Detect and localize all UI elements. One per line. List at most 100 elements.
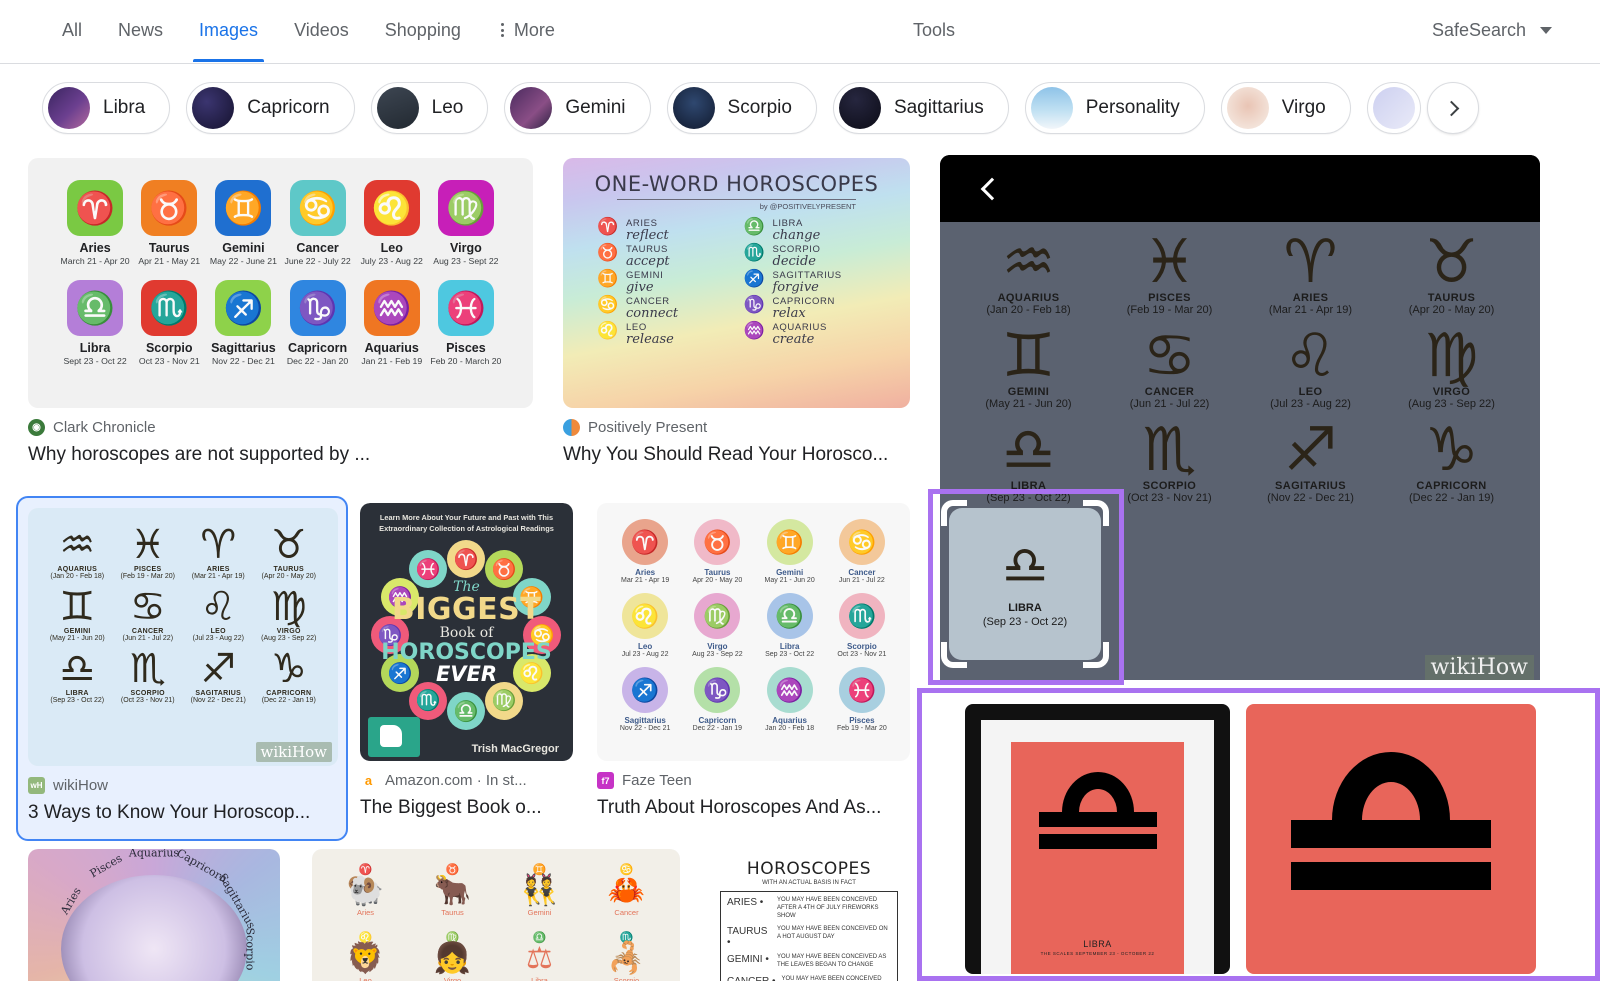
chip-personality[interactable]: Personality (1024, 82, 1205, 134)
gemini-glyph-icon: ♊ (215, 180, 272, 236)
zodiac-dates: (Jan 20 - Feb 18) (50, 573, 105, 580)
wheel-sign-label: Aries (58, 885, 84, 917)
zodiac-dates: (Jun 21 - Jul 22) (1129, 398, 1210, 410)
zodiac-name: ARIES (206, 566, 230, 573)
book-line-3: Book of (439, 625, 494, 641)
result-source-label: Amazon.com · In st... (385, 772, 527, 789)
zodiac-cell: ♓ PISCES (Feb 19 - Mar 20) (113, 524, 184, 580)
wikihow-watermark: wikiHow (255, 742, 332, 762)
image-results-grid: ♈ Aries March 21 - Apr 20 ♉ Taurus Apr 21 - M… (0, 151, 935, 981)
result-card-clark-chronicle[interactable]: ♈ Aries March 21 - Apr 20 ♉ Taurus Apr 21 - M… (28, 158, 533, 467)
aries-glyph-icon: ♈ (597, 217, 619, 236)
leo-glyph-icon: ♌ (200, 584, 237, 630)
wikihow-zodiac-image: ♒ AQUARIUS (Jan 20 - Feb 18) ♓ PISCES (Feb 19… (28, 508, 338, 766)
source-favicon-icon: f7 (597, 772, 614, 789)
libra-framed-poster-thumbnail[interactable]: LIBRA THE SCALES SEPTEMBER 23 - OCTOBER … (965, 704, 1230, 974)
safesearch-dropdown[interactable]: SafeSearch (1432, 18, 1552, 42)
chevron-left-icon[interactable] (978, 177, 1000, 199)
wheel-sign-label: Aquarius (128, 849, 180, 860)
owh-word: change (772, 228, 821, 243)
tab-shopping[interactable]: Shopping (367, 0, 479, 62)
chip-gemini[interactable]: Gemini (504, 82, 651, 134)
result-thumbnail[interactable]: ♈ 🐏 Aries ♉ 🐂 Taurus ♊ 👯 Gemini ♋ 🦀 Cancer ♌ 🦁 Leo ♍ 👧 Vi… (312, 849, 680, 981)
zodiac-name: AQUARIUS (57, 566, 98, 573)
result-thumbnail[interactable]: ♈ Aries March 21 - Apr 20 ♉ Taurus Apr 21 - M… (28, 158, 533, 408)
chip-partial-next[interactable] (1366, 82, 1421, 134)
result-title[interactable]: The Biggest Book o... (360, 796, 573, 820)
result-thumbnail[interactable]: ONE-WORD HOROSCOPES by @POSITIVELYPRESEN… (563, 158, 910, 408)
result-thumbnail[interactable]: HOROSCOPES WITH AN ACTUAL BASIS IN FACT … (708, 849, 910, 981)
owh-word: connect (626, 306, 679, 321)
zodiac-dates: (Aug 23 - Sep 22) (261, 635, 317, 642)
aries-glyph-icon: ♈ (622, 519, 669, 565)
result-card-positively-present[interactable]: ONE-WORD HOROSCOPES by @POSITIVELYPRESEN… (563, 158, 910, 467)
result-card-wikihow-selected[interactable]: ♒ AQUARIUS (Jan 20 - Feb 18) ♓ PISCES (Feb 19… (16, 496, 348, 841)
tab-all[interactable]: All (44, 0, 100, 62)
book-author: Trish MacGregor (471, 743, 559, 755)
zodiac-name: Sagittarius (624, 716, 666, 725)
libra-flat-symbol-thumbnail[interactable] (1246, 704, 1536, 974)
result-title[interactable]: Truth About Horoscopes And As... (597, 796, 910, 820)
zodiac-cell: ♈ Aries March 21 - Apr 20 (58, 180, 132, 266)
zodiac-figure-icon: 🐏 (346, 874, 385, 907)
zodiac-cell: ♐ SAGITARIUS (Nov 22 - Dec 21) (183, 648, 254, 704)
zodiac-cell: ♏ Scorpio Oct 23 - Nov 21 (826, 593, 898, 658)
leo-glyph-icon: ♌ (363, 180, 420, 236)
result-card-beige-zodiac[interactable]: ♈ 🐏 Aries ♉ 🐂 Taurus ♊ 👯 Gemini ♋ 🦀 Cancer ♌ 🦁 Leo ♍ 👧 Vi… (312, 849, 680, 981)
chip-libra[interactable]: Libra (42, 82, 171, 134)
wheel-sign-label: Sagittarius (216, 871, 259, 931)
zodiac-dates: (Nov 22 - Dec 21) (1267, 492, 1354, 504)
zodiac-dates: Nov 22 - Dec 21 (212, 356, 275, 366)
result-title[interactable]: 3 Ways to Know Your Horoscop... (28, 801, 336, 825)
chip-scorpio[interactable]: Scorpio (666, 82, 817, 134)
zodiac-name: GEMINI (1007, 386, 1050, 398)
tab-news[interactable]: News (100, 0, 181, 62)
poster-caption: LIBRA THE SCALES SEPTEMBER 23 - OCTOBER … (1011, 939, 1184, 956)
result-title[interactable]: Why horoscopes are not supported by ... (28, 443, 533, 467)
zodiac-cell: ♏ 🦂 Scorpio (583, 931, 670, 981)
zodiac-name: Virgo (443, 976, 462, 981)
libra-scale-symbol-icon (1038, 772, 1157, 849)
tab-videos[interactable]: Videos (276, 0, 367, 62)
scorpio-glyph-icon: ♏ (743, 243, 766, 262)
zodiac-dates: (May 21 - Jun 20) (985, 398, 1072, 410)
result-card-zodiac-wheel[interactable]: Aries Pisces Aquarius Capricorn Sagittarius S… (28, 849, 280, 981)
chips-scroll-right-button[interactable] (1426, 82, 1479, 134)
chevron-right-icon (1443, 100, 1460, 116)
result-card-horoscopes-comic[interactable]: HOROSCOPES WITH AN ACTUAL BASIS IN FACT … (708, 849, 910, 981)
tab-images[interactable]: Images (181, 0, 276, 62)
zodiac-cell: ♎ Libra Sep 23 - Oct 22 (754, 593, 826, 658)
zodiac-name: Aquarius (772, 716, 807, 725)
chip-personality-label: Personality (1085, 97, 1180, 118)
poster-caption-text: LIBRA (1083, 939, 1112, 949)
zodiac-dates: May 21 - Jun 20 (764, 577, 815, 584)
zodiac-name: PISCES (1148, 292, 1191, 304)
result-title[interactable]: Why You Should Read Your Horosco... (563, 443, 910, 467)
result-card-amazon[interactable]: Learn More About Your Future and Past wi… (360, 503, 573, 820)
chip-virgo[interactable]: Virgo (1220, 82, 1351, 134)
selected-sign-tile-libra[interactable]: ♎ LIBRA (Sep 23 - Oct 22) (949, 508, 1101, 660)
comic-row: TAURUS • YOU MAY HAVE BEEN CONCEIVED ON A… (727, 926, 891, 948)
result-thumbnail[interactable]: ♈ Aries Mar 21 - Apr 19 ♉ Taurus Apr 20 - May… (597, 503, 910, 761)
chip-capricorn[interactable]: Capricorn (186, 82, 355, 134)
result-thumbnail[interactable]: Aries Pisces Aquarius Capricorn Sagittarius S… (28, 849, 280, 981)
virgo-glyph-icon: ♍ (1424, 321, 1479, 391)
zodiac-cell: ♎ LIBRA (Sep 23 - Oct 22) (42, 648, 113, 704)
result-card-faze-teen[interactable]: ♈ Aries Mar 21 - Apr 19 ♉ Taurus Apr 20 - May… (597, 503, 910, 820)
sagitarius-glyph-icon: ♐ (1283, 415, 1338, 485)
result-thumbnail[interactable]: Learn More About Your Future and Past wi… (360, 503, 573, 761)
filter-chip-row: Libra Capricorn Leo Gemini Scorpio Sagit… (0, 64, 1600, 151)
chip-sagittarius[interactable]: Sagittarius (832, 82, 1009, 134)
zodiac-name: Gemini (776, 568, 804, 577)
zodiac-name: Cancer (848, 568, 876, 577)
owh-entry: ♏ SCORPIO decide (743, 243, 877, 268)
taurus-glyph-icon: ♉ (597, 243, 619, 262)
tools-button[interactable]: Tools (913, 18, 955, 42)
zodiac-wheel-image: Aries Pisces Aquarius Capricorn Sagittarius S… (28, 849, 280, 981)
chip-leo[interactable]: Leo (370, 82, 489, 134)
tab-more[interactable]: More (479, 0, 573, 62)
result-thumbnail[interactable]: ♒ AQUARIUS (Jan 20 - Feb 18) ♓ PISCES (Feb 19… (28, 508, 338, 766)
comic-sign: CANCER • (727, 976, 776, 981)
leo-glyph-icon: ♌ (1283, 321, 1338, 391)
poster-mat: LIBRA THE SCALES SEPTEMBER 23 - OCTOBER … (981, 720, 1214, 974)
